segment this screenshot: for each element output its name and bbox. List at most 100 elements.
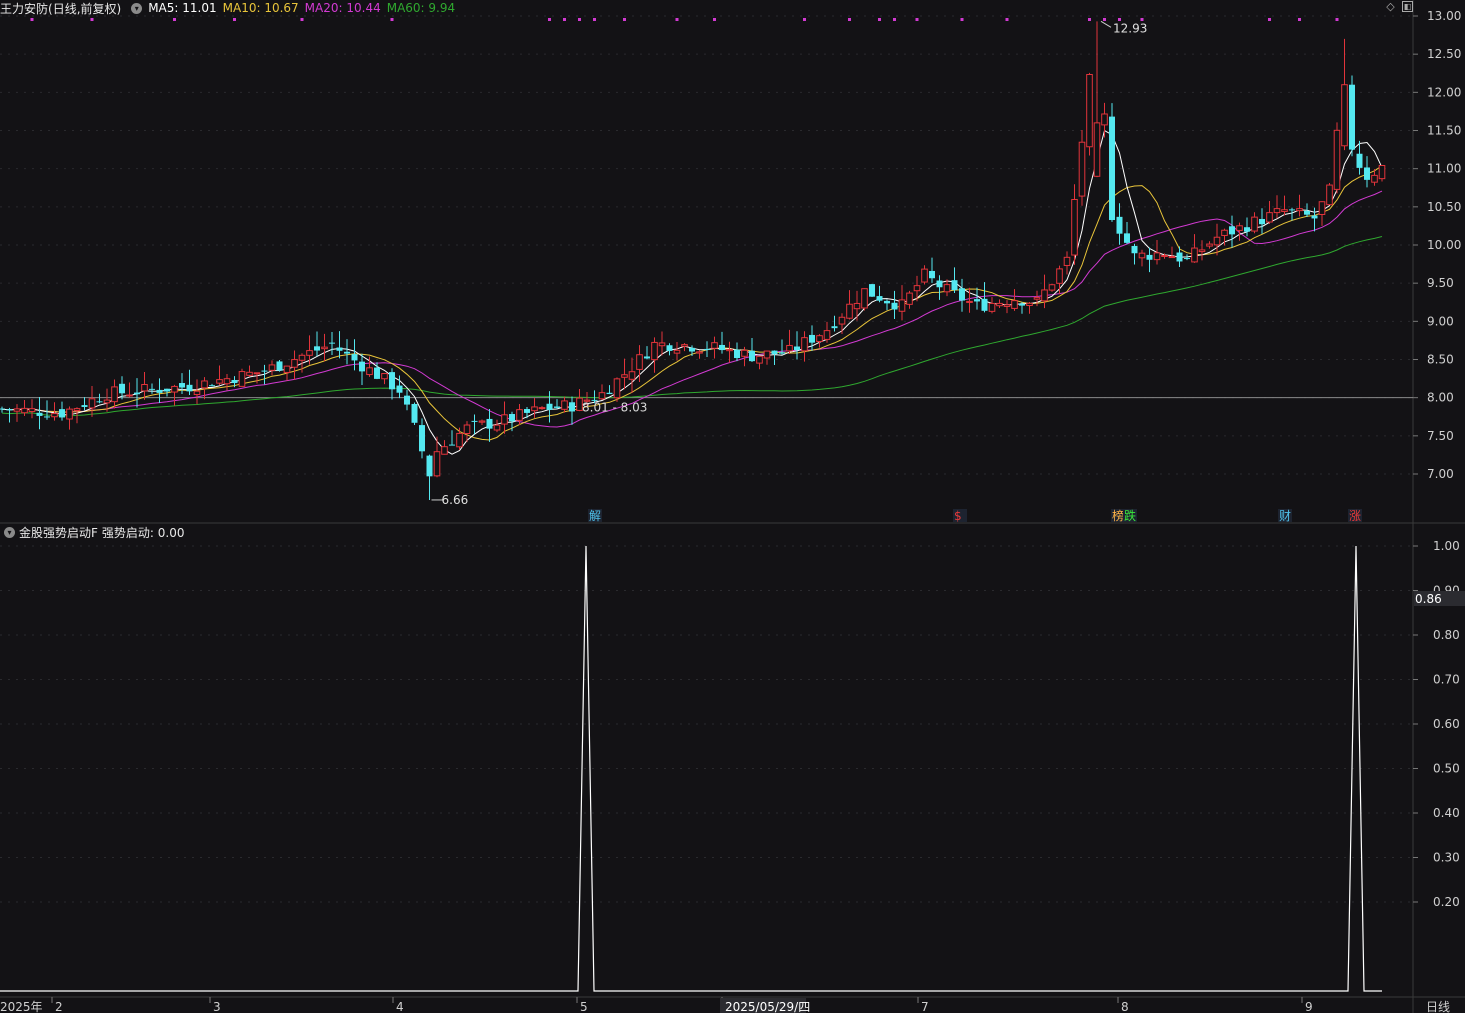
candle-body[interactable] xyxy=(1296,208,1303,212)
candle-body[interactable] xyxy=(1168,256,1176,259)
candle-body[interactable] xyxy=(1063,256,1071,266)
candle-body[interactable] xyxy=(1086,73,1093,148)
candle-body[interactable] xyxy=(906,292,913,305)
candle-body[interactable] xyxy=(433,451,441,477)
candle-body[interactable] xyxy=(44,416,50,418)
candle-body[interactable] xyxy=(156,389,163,393)
candle-body[interactable] xyxy=(283,365,291,373)
candle-body[interactable] xyxy=(779,352,785,354)
candle-body[interactable] xyxy=(569,402,575,412)
candle-body[interactable] xyxy=(13,408,21,412)
candle-body[interactable] xyxy=(531,406,538,412)
candle-body[interactable] xyxy=(351,354,358,361)
candle-body[interactable] xyxy=(389,372,395,390)
candle-body[interactable] xyxy=(1161,254,1168,257)
candle-body[interactable] xyxy=(711,342,718,349)
candle-body[interactable] xyxy=(1206,243,1213,247)
candle-body[interactable] xyxy=(719,344,725,351)
candle-body[interactable] xyxy=(1131,245,1138,254)
candle-body[interactable] xyxy=(1304,210,1310,215)
candle-body[interactable] xyxy=(921,268,928,283)
candle-body[interactable] xyxy=(689,347,695,352)
candle-body[interactable] xyxy=(426,455,433,477)
candle-body[interactable] xyxy=(613,378,621,399)
candle-body[interactable] xyxy=(1229,226,1235,235)
candle-body[interactable] xyxy=(959,288,965,301)
candle-body[interactable] xyxy=(644,356,650,359)
candle-body[interactable] xyxy=(471,420,478,422)
candle-body[interactable] xyxy=(51,413,58,418)
candle-body[interactable] xyxy=(336,347,343,351)
candle-body[interactable] xyxy=(486,418,493,429)
candle-body[interactable] xyxy=(81,405,88,407)
candle-body[interactable] xyxy=(253,372,261,375)
candle-body[interactable] xyxy=(28,408,36,413)
candle-body[interactable] xyxy=(344,351,350,354)
candle-body[interactable] xyxy=(493,424,501,431)
candle-body[interactable] xyxy=(1093,122,1101,177)
candle-body[interactable] xyxy=(1311,215,1318,219)
candle-body[interactable] xyxy=(88,398,96,409)
candle-body[interactable] xyxy=(1318,201,1326,215)
candle-body[interactable] xyxy=(509,414,515,422)
indicator-collapse-icon[interactable]: ▾ xyxy=(4,526,15,538)
candle-body[interactable] xyxy=(749,350,755,362)
candle-body[interactable] xyxy=(1109,116,1115,221)
candle-body[interactable] xyxy=(966,300,973,303)
candle-body[interactable] xyxy=(59,409,65,418)
candle-body[interactable] xyxy=(261,370,268,372)
candle-body[interactable] xyxy=(1251,216,1258,232)
candle-body[interactable] xyxy=(1371,174,1378,183)
candle-body[interactable] xyxy=(936,280,943,288)
candle-body[interactable] xyxy=(974,299,980,302)
candle-body[interactable] xyxy=(1191,247,1198,263)
candle-body[interactable] xyxy=(21,407,28,414)
candle-body[interactable] xyxy=(554,406,560,408)
candle-body[interactable] xyxy=(561,400,568,410)
candle-body[interactable] xyxy=(441,446,448,455)
candle-body[interactable] xyxy=(1364,167,1370,180)
candle-body[interactable] xyxy=(628,371,636,380)
candle-body[interactable] xyxy=(404,395,410,405)
candle-body[interactable] xyxy=(951,280,958,291)
candle-body[interactable] xyxy=(449,444,455,446)
candle-body[interactable] xyxy=(756,355,763,364)
candle-body[interactable] xyxy=(1026,302,1033,307)
candle-body[interactable] xyxy=(1019,303,1025,306)
candle-body[interactable] xyxy=(726,349,733,352)
candle-body[interactable] xyxy=(831,326,838,329)
candle-body[interactable] xyxy=(329,342,335,344)
candle-body[interactable] xyxy=(1184,258,1190,260)
stock-name[interactable]: 王力安防 xyxy=(0,0,48,17)
candle-body[interactable] xyxy=(134,392,140,395)
candle-body[interactable] xyxy=(96,401,103,403)
candle-body[interactable] xyxy=(816,335,823,342)
candle-body[interactable] xyxy=(621,374,628,378)
candle-body[interactable] xyxy=(1153,252,1161,261)
candle-body[interactable] xyxy=(1033,297,1041,300)
candle-body[interactable] xyxy=(1273,208,1281,214)
candle-body[interactable] xyxy=(201,380,208,389)
candle-body[interactable] xyxy=(1003,304,1011,307)
candle-body[interactable] xyxy=(1011,300,1018,309)
candle-body[interactable] xyxy=(546,403,553,410)
candle-body[interactable] xyxy=(801,337,808,352)
candle-body[interactable] xyxy=(419,425,425,452)
candle-body[interactable] xyxy=(209,385,215,387)
candle-body[interactable] xyxy=(66,408,73,420)
candle-body[interactable] xyxy=(981,298,988,311)
candle-body[interactable] xyxy=(1071,198,1078,256)
candle-body[interactable] xyxy=(1221,229,1228,236)
candle-body[interactable] xyxy=(1124,233,1130,243)
candle-body[interactable] xyxy=(291,359,298,368)
candle-body[interactable] xyxy=(898,299,906,312)
candle-body[interactable] xyxy=(463,424,471,434)
candle-body[interactable] xyxy=(771,350,778,355)
window-toggle-icon[interactable]: ◧ xyxy=(1402,1,1413,12)
candle-body[interactable] xyxy=(943,284,951,293)
candle-body[interactable] xyxy=(1326,184,1333,206)
candle-body[interactable] xyxy=(838,316,846,325)
indicator-name[interactable]: 金股强势启动F xyxy=(19,524,98,541)
candle-body[interactable] xyxy=(1378,164,1386,180)
candle-body[interactable] xyxy=(794,346,800,351)
